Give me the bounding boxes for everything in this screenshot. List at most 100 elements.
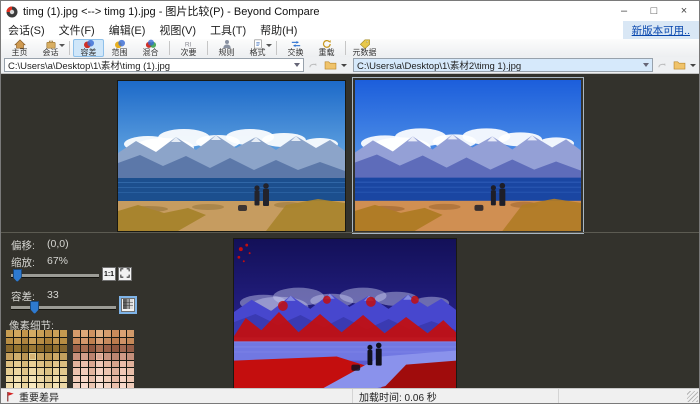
dropdown-arrow-icon[interactable] xyxy=(266,44,272,47)
pixel-swatch xyxy=(21,330,29,337)
right-pixel-grid xyxy=(73,330,134,390)
tolerance-slider[interactable] xyxy=(11,301,116,315)
fit-to-window-button[interactable] xyxy=(118,267,132,281)
toolbar-button-session[interactable]: 会话 xyxy=(35,39,66,57)
pixel-swatch xyxy=(60,375,67,383)
left-path-text: C:\Users\a\Desktop\1\素材\timg (1).jpg xyxy=(8,61,171,72)
left-path-combobox[interactable]: C:\Users\a\Desktop\1\素材\timg (1).jpg xyxy=(4,58,304,72)
pixel-swatch xyxy=(60,345,67,352)
toolbar-separator xyxy=(69,41,70,55)
pixel-swatch xyxy=(6,330,13,337)
pixel-swatch xyxy=(88,337,96,345)
pixel-swatch xyxy=(6,375,13,383)
one-to-one-button[interactable]: 1:1 xyxy=(102,267,116,281)
toolbar-button-tolerance[interactable]: 容差 xyxy=(73,39,104,57)
zoom-value: 67% xyxy=(47,255,69,267)
chevron-down-icon[interactable] xyxy=(643,63,649,67)
zoom-slider[interactable] xyxy=(11,269,99,283)
right-path-text: C:\Users\a\Desktop\1\素材2\timg 1).jpg xyxy=(357,61,522,72)
close-button[interactable]: × xyxy=(669,1,699,21)
toolbar-group-4: 交换 重载 xyxy=(280,39,342,57)
menu-bar: 会话(S) 文件(F) 编辑(E) 视图(V) 工具(T) 帮助(H) 新版本可用.. xyxy=(1,21,699,39)
pixel-swatch xyxy=(37,352,44,360)
toolbar-button-range[interactable]: 范围 xyxy=(104,39,135,57)
minimize-button[interactable]: – xyxy=(609,1,639,21)
toolbar-button-label: 主页 xyxy=(11,48,28,57)
pixel-swatch xyxy=(127,360,134,368)
toolbar-button-metadata[interactable]: 元数据 xyxy=(349,39,380,57)
browse-folder-button[interactable] xyxy=(672,59,687,72)
path-row: C:\Users\a\Desktop\1\素材\timg (1).jpg C:\… xyxy=(1,57,699,74)
toolbar-button-format[interactable]: 格式 xyxy=(242,39,273,57)
toolbar-button-swap[interactable]: 交换 xyxy=(280,39,311,57)
tolerance-value: 33 xyxy=(47,289,59,301)
menu-item-5[interactable]: 帮助(H) xyxy=(253,21,304,39)
pixel-swatch xyxy=(6,345,13,352)
resize-grip[interactable] xyxy=(687,391,698,402)
pixel-swatch xyxy=(52,337,60,345)
pixel-swatch xyxy=(6,337,13,345)
beyond-compare-window: timg (1).jpg <--> timg 1).jpg - 图片比较(P) … xyxy=(0,0,700,404)
pixel-swatch xyxy=(96,352,103,360)
toolbar-separator xyxy=(207,41,208,55)
tolerance-slider-thumb[interactable] xyxy=(30,301,40,314)
pixel-swatch xyxy=(60,368,67,375)
toolbar-group-3: 规则 格式 xyxy=(211,39,273,57)
pixel-swatch xyxy=(29,330,36,337)
pixel-swatch xyxy=(52,360,60,368)
tolerance-slider-track[interactable] xyxy=(11,306,116,310)
right-path-combobox[interactable]: C:\Users\a\Desktop\1\素材2\timg 1).jpg xyxy=(353,58,653,72)
right-image-pane[interactable] xyxy=(355,80,581,231)
menu-item-4[interactable]: 工具(T) xyxy=(203,21,253,39)
pixel-swatch xyxy=(111,352,119,360)
toolbar-button-home[interactable]: 主页 xyxy=(4,39,35,57)
dropdown-arrow-icon[interactable] xyxy=(59,44,65,47)
chevron-down-icon[interactable] xyxy=(294,63,300,67)
pixel-swatch xyxy=(80,368,88,375)
menu-item-3[interactable]: 视图(V) xyxy=(152,21,203,39)
pixel-swatch xyxy=(60,330,67,337)
toolbar-button-secondary[interactable]: Rl 次要 xyxy=(173,39,204,57)
difference-image-pane[interactable] xyxy=(233,238,457,392)
toolbar-button-label: 交换 xyxy=(287,48,304,57)
pixel-swatch xyxy=(6,352,13,360)
browse-dropdown-icon[interactable] xyxy=(690,63,696,67)
pixel-swatch xyxy=(104,375,111,383)
zoom-label: 缩放: xyxy=(11,257,35,269)
pixel-swatch xyxy=(52,375,60,383)
left-image-pane[interactable] xyxy=(117,80,346,232)
pixel-swatch xyxy=(13,337,21,345)
pixel-swatch xyxy=(104,360,111,368)
pixel-swatch xyxy=(80,330,88,337)
browse-folder-button[interactable] xyxy=(323,59,338,72)
pixel-swatch xyxy=(60,360,67,368)
pixel-swatch xyxy=(73,368,80,375)
left-pixel-grid xyxy=(6,330,67,390)
pixel-swatch xyxy=(119,345,127,352)
toolbar-button-rules[interactable]: 规则 xyxy=(211,39,242,57)
menu-item-2[interactable]: 编辑(E) xyxy=(102,21,153,39)
pane-splitter[interactable] xyxy=(1,232,699,233)
menu-bar-items: 会话(S) 文件(F) 编辑(E) 视图(V) 工具(T) 帮助(H) xyxy=(1,21,304,39)
toolbar-button-reload[interactable]: 重载 xyxy=(311,39,342,57)
new-version-link[interactable]: 新版本可用.. xyxy=(632,23,690,38)
pixel-swatch xyxy=(127,375,134,383)
toolbar-separator xyxy=(276,41,277,55)
tolerance-mode-button[interactable] xyxy=(119,296,137,314)
menu-item-0[interactable]: 会话(S) xyxy=(1,21,52,39)
title-bar: timg (1).jpg <--> timg 1).jpg - 图片比较(P) … xyxy=(1,1,699,21)
pixel-swatch xyxy=(44,330,52,337)
pixel-swatch xyxy=(52,330,60,337)
pixel-swatch xyxy=(6,360,13,368)
pixel-swatch xyxy=(21,345,29,352)
pixel-swatch xyxy=(29,345,36,352)
zoom-slider-thumb[interactable] xyxy=(12,269,22,282)
maximize-button[interactable]: □ xyxy=(639,1,669,21)
zoom-slider-track[interactable] xyxy=(11,274,99,278)
menu-item-1[interactable]: 文件(F) xyxy=(52,21,102,39)
status-section-load-time: 加载时间: 0.06 秒 xyxy=(353,389,559,403)
pixel-swatch xyxy=(21,337,29,345)
pixel-swatch xyxy=(88,352,96,360)
toolbar-button-blend[interactable]: 混合 xyxy=(135,39,166,57)
browse-dropdown-icon[interactable] xyxy=(341,63,347,67)
